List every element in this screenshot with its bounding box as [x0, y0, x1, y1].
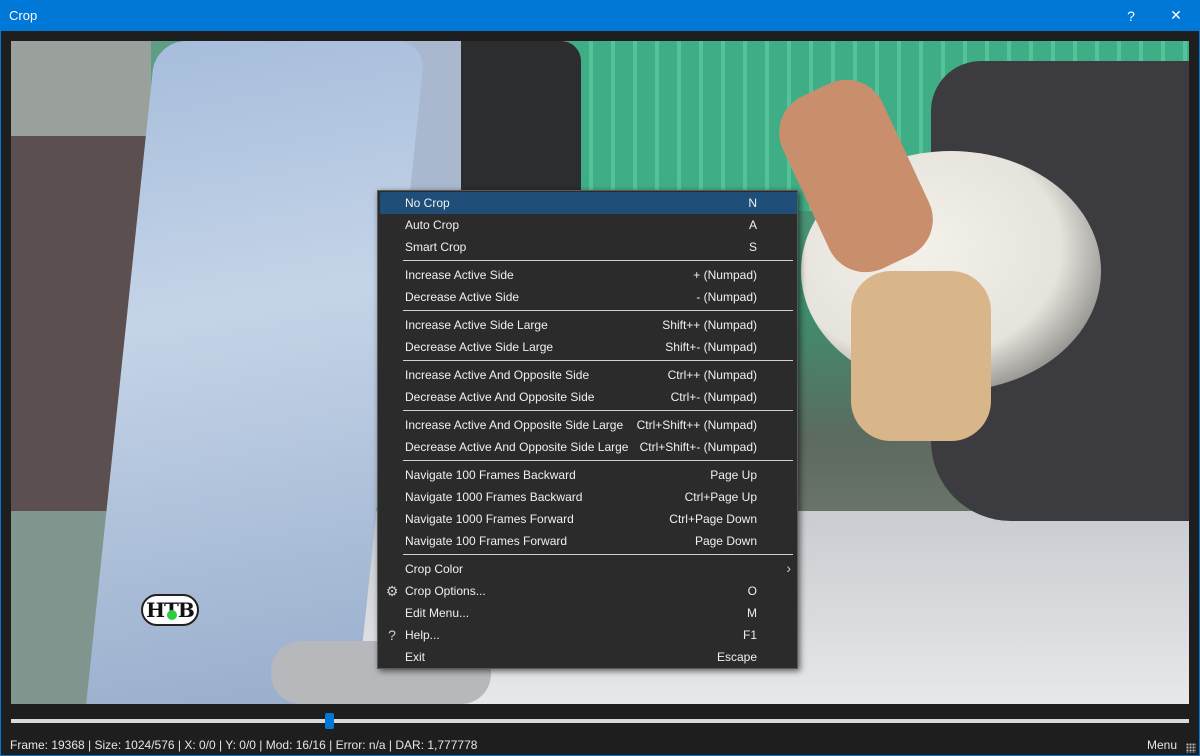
menu-item-label: Increase Active And Opposite Side	[405, 368, 590, 382]
menu-item[interactable]: Navigate 1000 Frames Forward Ctrl+Page Do…	[380, 508, 797, 530]
menu-item[interactable]: Increase Active Side Large Shift++ (Numpa…	[380, 314, 797, 336]
question-icon: ?	[388, 627, 396, 643]
close-icon: ✕	[1170, 7, 1182, 23]
menu-item[interactable]: Increase Active And Opposite Side Large C…	[380, 414, 797, 436]
menu-item-shortcut: Ctrl++ (Numpad)	[667, 368, 757, 382]
menu-item-shortcut: Shift+- (Numpad)	[665, 340, 757, 354]
menu-item-label: Decrease Active And Opposite Side	[405, 390, 595, 404]
menu-item-label: Navigate 100 Frames Backward	[405, 468, 576, 482]
menu-item-label: Navigate 1000 Frames Forward	[405, 512, 574, 526]
menu-item[interactable]: Increase Active And Opposite Side Ctrl++ …	[380, 364, 797, 386]
status-bar: Frame: 19368 | Size: 1024/576 | X: 0/0 |…	[0, 735, 1200, 755]
menu-item[interactable]: Crop Color ›	[380, 558, 797, 580]
menu-item-shortcut: O	[747, 584, 757, 598]
menu-item[interactable]: Smart Crop S	[380, 236, 797, 258]
menu-item-shortcut: Ctrl+Page Up	[684, 490, 757, 504]
menu-item-shortcut: S	[748, 240, 757, 254]
menu-item[interactable]: Decrease Active And Opposite Side Ctrl+- …	[380, 386, 797, 408]
menu-item-shortcut: Shift++ (Numpad)	[662, 318, 757, 332]
video-shelf	[11, 41, 151, 141]
menu-item-shortcut: + (Numpad)	[693, 268, 757, 282]
menu-item-label: Navigate 100 Frames Forward	[405, 534, 568, 548]
menu-item-label: No Crop	[405, 196, 450, 210]
menu-item[interactable]: Decrease Active And Opposite Side Large C…	[380, 436, 797, 458]
menu-item-label: Auto Crop	[405, 218, 460, 232]
help-button[interactable]: ?	[1111, 0, 1151, 31]
menu-item[interactable]: ? Help... F1	[380, 624, 797, 646]
menu-item-label: Decrease Active And Opposite Side Large	[405, 440, 629, 454]
video-tan-object	[851, 271, 991, 441]
title-bar: Crop ? ✕	[0, 0, 1200, 31]
menu-item-label: Exit	[405, 650, 426, 664]
menu-item-shortcut: N	[748, 196, 757, 210]
menu-item[interactable]: Decrease Active Side - (Numpad)	[380, 286, 797, 308]
menu-item-shortcut: F1	[742, 628, 757, 642]
gear-icon: ⚙	[385, 583, 399, 599]
menu-item-label: Increase Active Side	[405, 268, 514, 282]
menu-item-shortcut: A	[748, 218, 757, 232]
menu-item-label: Help...	[405, 628, 440, 642]
menu-item[interactable]: Auto Crop A	[380, 214, 797, 236]
menu-item-label: Crop Color	[405, 562, 464, 576]
chevron-right-icon: ›	[786, 560, 791, 576]
menu-item-label: Smart Crop	[405, 240, 467, 254]
menu-item-label: Navigate 1000 Frames Backward	[405, 490, 583, 504]
menu-item-label: Increase Active And Opposite Side Large	[405, 418, 624, 432]
window-title: Crop	[9, 8, 38, 23]
menu-item-shortcut: Page Down	[694, 534, 757, 548]
menu-item-shortcut: Ctrl+Shift+- (Numpad)	[639, 440, 757, 454]
menu-item-label: Decrease Active Side	[405, 290, 520, 304]
menu-item-shortcut: Escape	[716, 650, 757, 664]
menu-separator	[403, 410, 793, 411]
menu-separator	[403, 460, 793, 461]
timeline-thumb[interactable]	[325, 713, 334, 729]
menu-item[interactable]: Navigate 100 Frames Backward Page Up	[380, 464, 797, 486]
channel-logo: НТВ	[141, 594, 199, 626]
menu-item[interactable]: Edit Menu... M	[380, 602, 797, 624]
menu-item[interactable]: No Crop N	[380, 192, 797, 214]
menu-item-shortcut: Ctrl+Shift++ (Numpad)	[636, 418, 757, 432]
menu-item-shortcut: M	[747, 606, 757, 620]
menu-item[interactable]: Navigate 100 Frames Forward Page Down	[380, 530, 797, 552]
resize-grip-icon[interactable]	[1186, 743, 1196, 753]
menu-item[interactable]: Exit Escape	[380, 646, 797, 668]
menu-item-shortcut: Page Up	[710, 468, 757, 482]
menu-separator	[403, 260, 793, 261]
menu-item-label: Crop Options...	[405, 584, 486, 598]
question-icon: ?	[1127, 7, 1135, 24]
logo-dot	[167, 610, 177, 620]
menu-item-label: Edit Menu...	[405, 606, 470, 620]
menu-separator	[403, 554, 793, 555]
menu-item-label: Decrease Active Side Large	[405, 340, 554, 354]
menu-item[interactable]: Navigate 1000 Frames Backward Ctrl+Page U…	[380, 486, 797, 508]
context-menu: No Crop N Auto Crop A Smart Crop S Increase Ac…	[377, 190, 798, 669]
menu-item[interactable]: Decrease Active Side Large Shift+- (Numpa…	[380, 336, 797, 358]
menu-item[interactable]: ⚙ Crop Options... O	[380, 580, 797, 602]
status-text: Frame: 19368 | Size: 1024/576 | X: 0/0 |…	[10, 738, 478, 752]
menu-separator	[403, 310, 793, 311]
menu-item-shortcut: Ctrl+- (Numpad)	[670, 390, 757, 404]
menu-item-label: Increase Active Side Large	[405, 318, 548, 332]
timeline-track[interactable]	[11, 719, 1189, 723]
menu-separator	[403, 360, 793, 361]
menu-button[interactable]: Menu	[1147, 738, 1177, 752]
close-button[interactable]: ✕	[1156, 0, 1196, 31]
menu-item-shortcut: Ctrl+Page Down	[669, 512, 757, 526]
menu-item[interactable]: Increase Active Side + (Numpad)	[380, 264, 797, 286]
menu-item-shortcut: - (Numpad)	[696, 290, 757, 304]
